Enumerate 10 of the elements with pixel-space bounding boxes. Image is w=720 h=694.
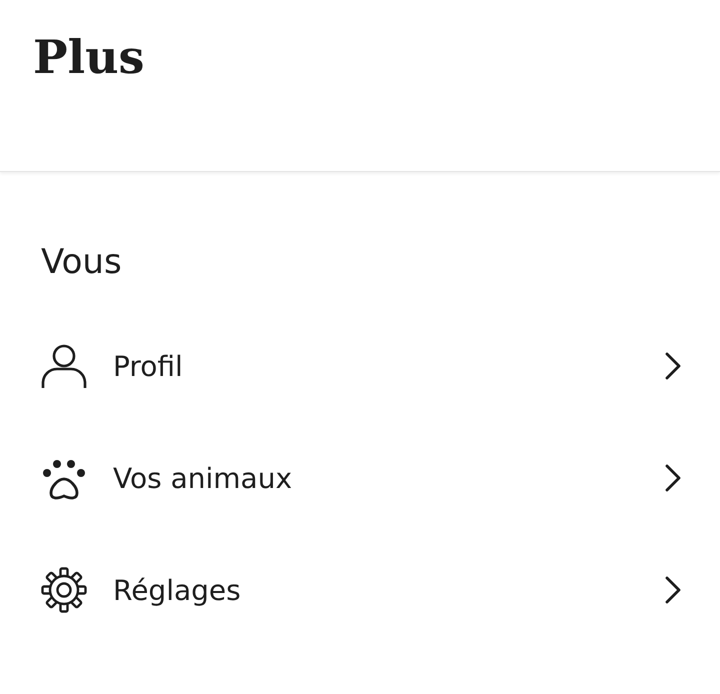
section-title: Vous: [41, 242, 122, 282]
menu-item-label[interactable]: Profil: [113, 350, 664, 382]
menu-item-label[interactable]: Réglages: [113, 574, 664, 606]
menu-item-label[interactable]: Vos animaux: [113, 462, 664, 494]
person-icon: [41, 343, 87, 389]
settings-icon: [41, 567, 87, 613]
chevron-right-icon: [664, 575, 682, 605]
page-title: Plus: [33, 30, 144, 84]
chevron-right-icon: [664, 463, 682, 493]
chevron-right-icon: [664, 351, 682, 381]
